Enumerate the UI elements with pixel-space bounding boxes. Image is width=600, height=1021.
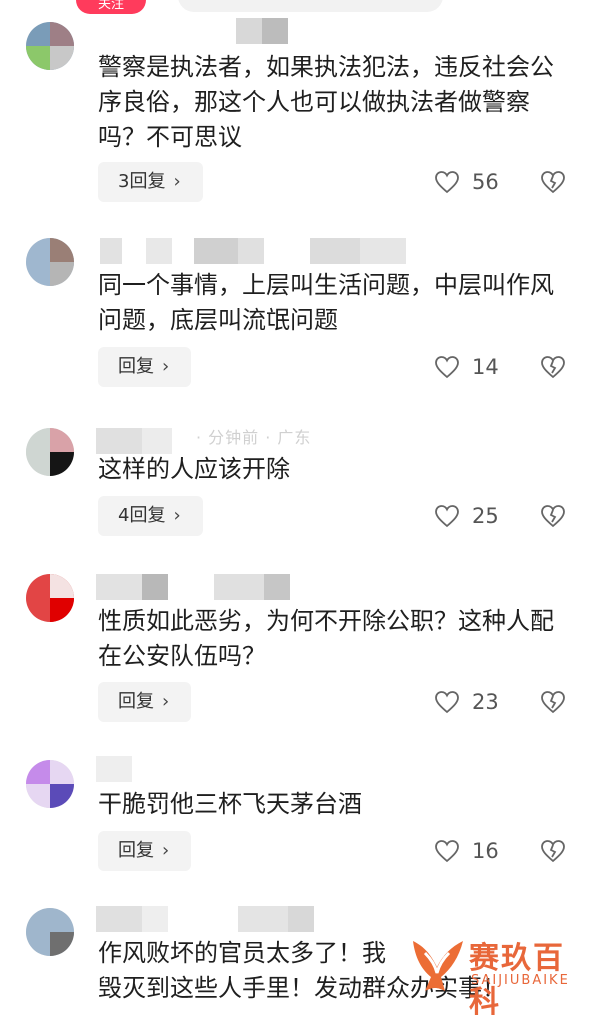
like-count: 16 [472, 839, 499, 863]
like-count: 25 [472, 504, 499, 528]
heart-outline-icon [435, 840, 459, 863]
avatar[interactable] [26, 574, 74, 622]
search-bar[interactable] [178, 0, 443, 12]
fish-tail-logo-icon [413, 941, 463, 991]
top-bar: 关注 [0, 0, 600, 20]
chevron-right-icon: › [162, 840, 170, 861]
heart-outline-icon [435, 356, 459, 379]
comment-text: 同一个事情，上层叫生活问题，中层叫作风问题，底层叫流氓问题 [98, 271, 554, 334]
avatar[interactable] [26, 238, 74, 286]
reply-label: 回复 [118, 840, 154, 861]
avatar[interactable] [26, 22, 74, 70]
like-button[interactable]: 25 [434, 496, 499, 536]
chevron-right-icon: › [173, 505, 181, 526]
chevron-right-icon: › [162, 691, 170, 712]
reply-label: 4回复 [118, 505, 166, 526]
reply-button[interactable]: 3回复 › [98, 162, 203, 202]
chevron-right-icon: › [173, 171, 181, 192]
broken-heart-icon[interactable] [540, 354, 566, 380]
avatar[interactable] [26, 760, 74, 808]
chevron-right-icon: › [162, 356, 170, 377]
username-redacted [96, 756, 416, 782]
reply-button[interactable]: 回复 › [98, 831, 191, 871]
like-count: 23 [472, 690, 499, 714]
like-count: 14 [472, 355, 499, 379]
username-redacted [96, 18, 416, 44]
reply-label: 回复 [118, 691, 154, 712]
reply-label: 回复 [118, 356, 154, 377]
reply-button[interactable]: 4回复 › [98, 496, 203, 536]
heart-outline-icon [435, 691, 459, 714]
comment-text: 性质如此恶劣，为何不开除公职？这种人配在公安队伍吗？ [98, 607, 554, 670]
like-button[interactable]: 14 [434, 347, 499, 387]
broken-heart-icon[interactable] [540, 169, 566, 195]
username-redacted [96, 906, 416, 932]
reply-button[interactable]: 回复 › [98, 682, 191, 722]
broken-heart-icon[interactable] [540, 838, 566, 864]
comment-text: 这样的人应该开除 [98, 455, 290, 483]
like-button[interactable]: 56 [434, 162, 499, 202]
comment-text: 干脆罚他三杯飞天茅台酒 [98, 790, 362, 818]
comment-text: 警察是执法者，如果执法犯法，违反社会公序良俗，那这个人也可以做执法者做警察吗？不… [98, 53, 554, 151]
heart-outline-icon [435, 171, 459, 194]
username-redacted [96, 238, 416, 264]
like-button[interactable]: 16 [434, 831, 499, 871]
reply-label: 3回复 [118, 171, 166, 192]
reply-button[interactable]: 回复 › [98, 347, 191, 387]
avatar[interactable] [26, 428, 74, 476]
like-button[interactable]: 23 [434, 682, 499, 722]
heart-outline-icon [435, 505, 459, 528]
broken-heart-icon[interactable] [540, 503, 566, 529]
follow-button[interactable]: 关注 [76, 0, 146, 14]
comment-meta: · 分钟前 · 广东 [196, 428, 312, 447]
username-redacted [96, 574, 416, 600]
avatar[interactable] [26, 908, 74, 956]
site-watermark: 赛玖百科 SAIJIUBAIKE [405, 925, 595, 1020]
like-count: 56 [472, 170, 499, 194]
watermark-subtitle: SAIJIUBAIKE [471, 973, 570, 988]
broken-heart-icon[interactable] [540, 689, 566, 715]
